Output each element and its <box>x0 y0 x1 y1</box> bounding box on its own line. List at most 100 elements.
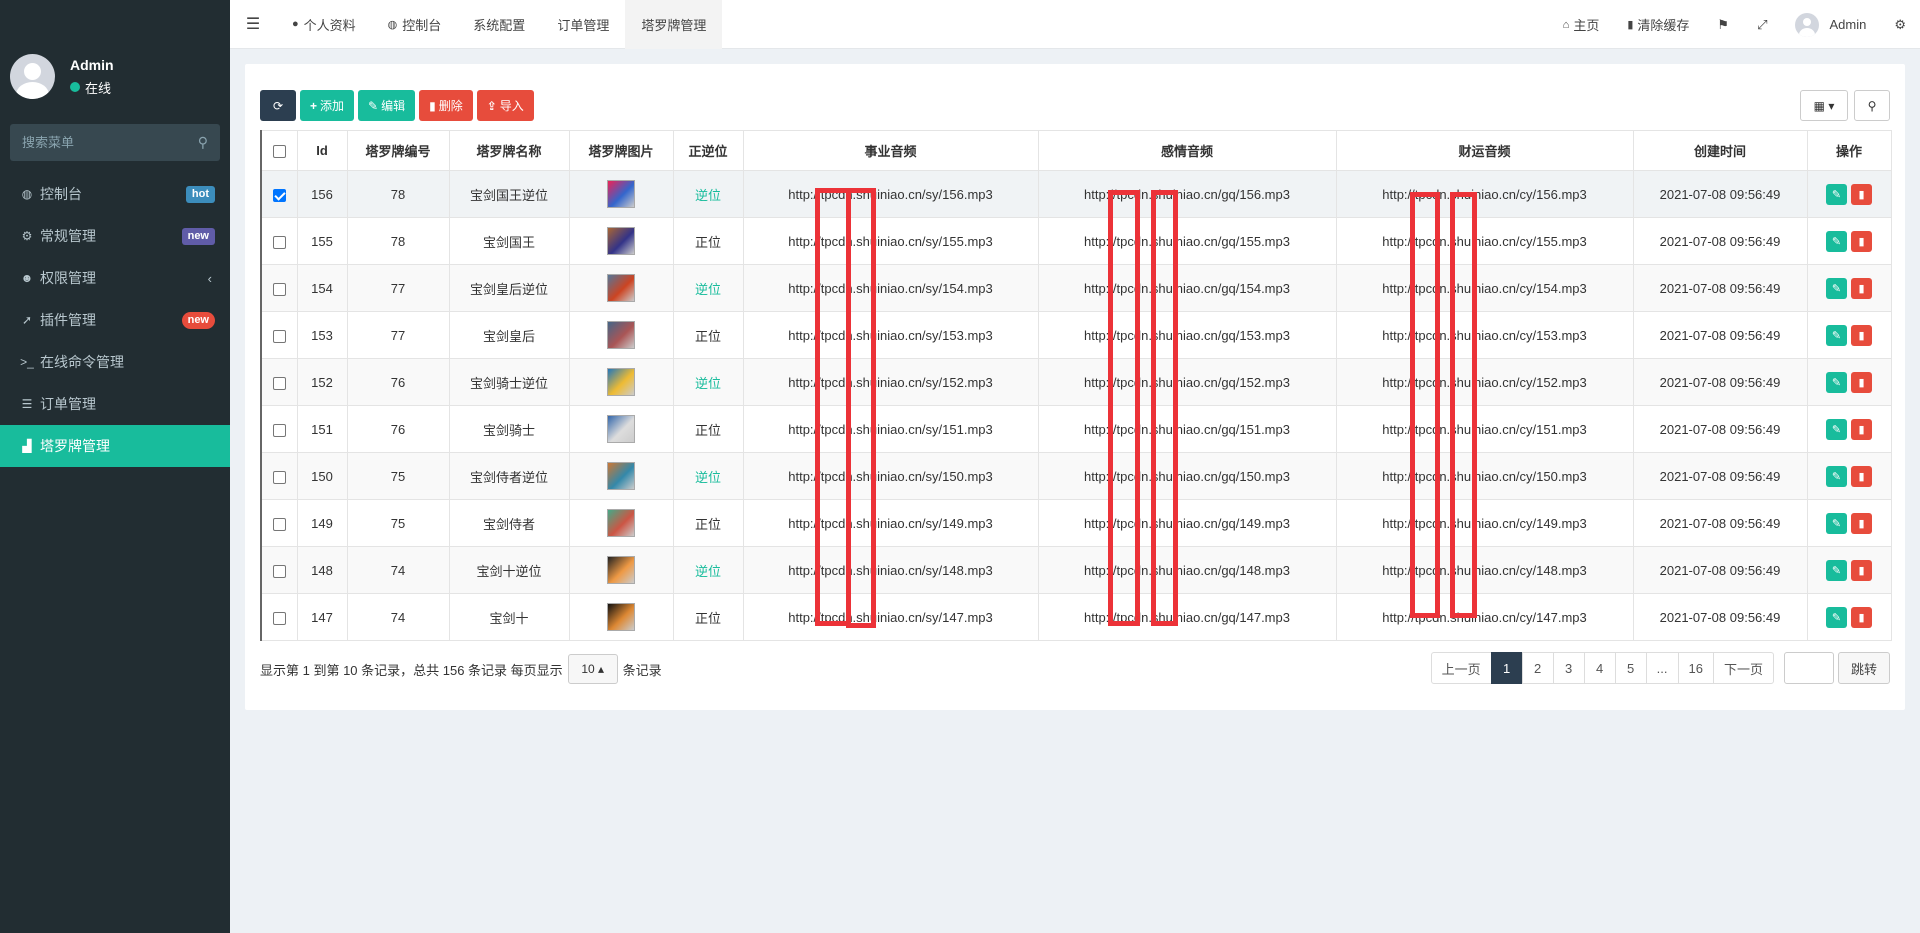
row-edit-pencil-icon[interactable]: ✎ <box>1826 183 1847 205</box>
row-delete-trash-icon[interactable]: ▮ <box>1851 559 1872 581</box>
page-number-button[interactable]: 5 <box>1614 652 1647 684</box>
sidebar-toggle-icon[interactable]: ☰ <box>230 14 276 34</box>
row-delete-trash-icon[interactable]: ▮ <box>1851 324 1872 346</box>
select-all-checkbox[interactable] <box>272 145 286 159</box>
settings-gear-icon[interactable]: ⚙ <box>1880 17 1920 33</box>
table-row[interactable]: 153 77 宝剑皇后 正位 http://tpcdn.shuiniao.cn/sy/1… <box>260 311 1892 359</box>
table-row[interactable]: 154 77 宝剑皇后逆位 逆位 http://tpcdn.shuiniao.cn/sy… <box>260 264 1892 312</box>
language-icon[interactable]: ⚑ <box>1703 17 1743 33</box>
row-checkbox[interactable] <box>272 188 286 202</box>
row-edit-pencil-icon[interactable]: ✎ <box>1826 418 1847 440</box>
table-row[interactable]: 148 74 宝剑十逆位 逆位 http://tpcdn.shuiniao.cn/sy/… <box>260 546 1892 594</box>
next-page-button[interactable]: 下一页 <box>1712 652 1774 684</box>
refresh-button[interactable]: ⟳ <box>260 90 296 121</box>
row-edit-pencil-icon[interactable]: ✎ <box>1826 559 1847 581</box>
row-delete-trash-icon[interactable]: ▮ <box>1851 418 1872 440</box>
col-number[interactable]: 塔罗牌编号 <box>346 130 450 171</box>
row-delete-trash-icon[interactable]: ▮ <box>1851 465 1872 487</box>
table-row[interactable]: 149 75 宝剑侍者 正位 http://tpcdn.shuiniao.cn/sy/1… <box>260 499 1892 547</box>
col-love-audio[interactable]: 感情音频 <box>1037 130 1337 171</box>
page-number-button[interactable]: ... <box>1645 652 1679 684</box>
row-delete-trash-icon[interactable]: ▮ <box>1851 277 1872 299</box>
sidebar-item[interactable]: ◍ 控制台 hot <box>0 173 230 215</box>
row-checkbox[interactable] <box>272 611 286 625</box>
search-icon[interactable]: ⚲ <box>198 134 208 151</box>
row-delete-trash-icon[interactable]: ▮ <box>1851 512 1872 534</box>
col-image[interactable]: 塔罗牌图片 <box>568 130 674 171</box>
page-number-button[interactable]: 2 <box>1521 652 1554 684</box>
page-number-button[interactable]: 4 <box>1583 652 1616 684</box>
sidebar-item[interactable]: >_ 在线命令管理 <box>0 341 230 383</box>
row-delete-trash-icon[interactable]: ▮ <box>1851 606 1872 628</box>
sidebar-item[interactable]: ▟ 塔罗牌管理 <box>0 425 230 467</box>
card-thumbnail[interactable] <box>607 509 635 537</box>
row-checkbox[interactable] <box>272 564 286 578</box>
clear-cache-button[interactable]: ▮ 清除缓存 <box>1613 15 1703 34</box>
page-number-button[interactable]: 3 <box>1552 652 1585 684</box>
table-row[interactable]: 156 78 宝剑国王逆位 逆位 http://tpcdn.shuiniao.cn/sy… <box>260 170 1892 218</box>
edit-button[interactable]: ✎ 编辑 <box>358 90 416 121</box>
row-checkbox[interactable] <box>272 470 286 484</box>
row-edit-pencil-icon[interactable]: ✎ <box>1826 465 1847 487</box>
card-thumbnail[interactable] <box>607 603 635 631</box>
card-thumbnail[interactable] <box>607 368 635 396</box>
prev-page-button[interactable]: 上一页 <box>1430 652 1492 684</box>
row-edit-pencil-icon[interactable]: ✎ <box>1826 230 1847 252</box>
card-thumbnail[interactable] <box>607 180 635 208</box>
sidebar-item[interactable]: ☰ 订单管理 <box>0 383 230 425</box>
row-checkbox[interactable] <box>272 517 286 531</box>
tab-system-config[interactable]: 系统配置 <box>457 0 541 49</box>
col-wealth-audio[interactable]: 财运音频 <box>1335 130 1634 171</box>
tab-profile[interactable]: ● 个人资料 <box>276 0 372 49</box>
col-position[interactable]: 正逆位 <box>672 130 744 171</box>
import-button[interactable]: ⇪ 导入 <box>476 90 534 121</box>
tab-tarot[interactable]: 塔罗牌管理 <box>625 0 723 49</box>
jump-button[interactable]: 跳转 <box>1837 652 1890 684</box>
row-delete-trash-icon[interactable]: ▮ <box>1851 230 1872 252</box>
fullscreen-icon[interactable]: ⤢ <box>1743 17 1781 33</box>
card-thumbnail[interactable] <box>607 415 635 443</box>
card-thumbnail[interactable] <box>607 556 635 584</box>
table-row[interactable]: 152 76 宝剑骑士逆位 逆位 http://tpcdn.shuiniao.cn/sy… <box>260 358 1892 406</box>
row-checkbox[interactable] <box>272 282 286 296</box>
tab-orders[interactable]: 订单管理 <box>541 0 625 49</box>
table-row[interactable]: 150 75 宝剑侍者逆位 逆位 http://tpcdn.shuiniao.cn/sy… <box>260 452 1892 500</box>
card-thumbnail[interactable] <box>607 321 635 349</box>
jump-page-input[interactable] <box>1783 652 1834 684</box>
row-delete-trash-icon[interactable]: ▮ <box>1851 371 1872 393</box>
sidebar-item[interactable]: ➚ 插件管理 new <box>0 299 230 341</box>
row-edit-pencil-icon[interactable]: ✎ <box>1826 277 1847 299</box>
add-button[interactable]: + 添加 <box>300 90 355 121</box>
table-row[interactable]: 155 78 宝剑国王 正位 http://tpcdn.shuiniao.cn/sy/1… <box>260 217 1892 265</box>
col-name[interactable]: 塔罗牌名称 <box>448 130 570 171</box>
col-career-audio[interactable]: 事业音频 <box>742 130 1039 171</box>
page-number-button[interactable]: 16 <box>1677 652 1714 684</box>
row-checkbox[interactable] <box>272 423 286 437</box>
card-thumbnail[interactable] <box>607 462 635 490</box>
row-edit-pencil-icon[interactable]: ✎ <box>1826 512 1847 534</box>
card-thumbnail[interactable] <box>607 227 635 255</box>
col-created[interactable]: 创建时间 <box>1632 130 1808 171</box>
col-id[interactable]: Id <box>296 130 348 171</box>
row-checkbox[interactable] <box>272 235 286 249</box>
search-toggle-button[interactable]: ⚲ <box>1854 90 1890 121</box>
sidebar-item[interactable]: ☻ 权限管理 ‹ <box>0 257 230 299</box>
row-edit-pencil-icon[interactable]: ✎ <box>1826 324 1847 346</box>
page-size-select[interactable]: 10 ▴ <box>567 654 618 684</box>
table-row[interactable]: 147 74 宝剑十 正位 http://tpcdn.shuiniao.cn/sy/14… <box>260 593 1892 641</box>
page-number-button[interactable]: 1 <box>1490 652 1523 684</box>
row-checkbox[interactable] <box>272 329 286 343</box>
row-checkbox[interactable] <box>272 376 286 390</box>
user-menu[interactable]: Admin <box>1781 12 1880 37</box>
row-edit-pencil-icon[interactable]: ✎ <box>1826 371 1847 393</box>
delete-button[interactable]: ▮ 删除 <box>419 90 473 121</box>
tab-dashboard[interactable]: ◍ 控制台 <box>372 0 458 49</box>
card-thumbnail[interactable] <box>607 274 635 302</box>
table-row[interactable]: 151 76 宝剑骑士 正位 http://tpcdn.shuiniao.cn/sy/1… <box>260 405 1892 453</box>
home-link[interactable]: ⌂ 主页 <box>1549 15 1614 34</box>
columns-toggle-button[interactable]: ▦ ▾ <box>1800 90 1848 121</box>
row-edit-pencil-icon[interactable]: ✎ <box>1826 606 1847 628</box>
menu-search-input[interactable] <box>22 135 182 150</box>
sidebar-item[interactable]: ⚙ 常规管理 new <box>0 215 230 257</box>
row-delete-trash-icon[interactable]: ▮ <box>1851 183 1872 205</box>
